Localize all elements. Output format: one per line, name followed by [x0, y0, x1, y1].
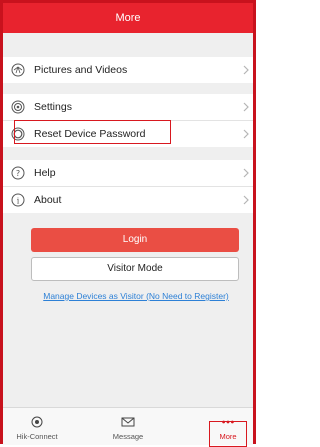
menu-item-settings[interactable]: Settings [3, 94, 253, 120]
visitor-manage-link[interactable]: Manage Devices as Visitor (No Need to Re… [21, 291, 251, 301]
chevron-right-icon [241, 127, 251, 141]
menu-item-help[interactable]: ? Help [3, 160, 253, 186]
svg-text:i: i [17, 197, 20, 206]
tab-label: Message [112, 432, 144, 441]
login-button[interactable]: Login [31, 228, 239, 252]
more-tab-highlight [209, 421, 247, 447]
chevron-right-icon [241, 100, 251, 114]
info-icon: i [11, 193, 25, 207]
page-header: More [3, 3, 253, 33]
help-icon: ? [11, 166, 25, 180]
chevron-right-icon [241, 63, 251, 77]
aperture-icon [11, 63, 25, 77]
tab-label: Hik-Connect [16, 432, 58, 441]
visitor-mode-button[interactable]: Visitor Mode [31, 257, 239, 281]
menu-item-label: Settings [34, 101, 72, 113]
svg-text:?: ? [16, 169, 20, 178]
settings-icon [11, 100, 25, 114]
tab-hik-connect[interactable]: Hik-Connect [7, 408, 67, 445]
chevron-right-icon [241, 193, 251, 207]
menu-item-label: Pictures and Videos [34, 64, 128, 76]
menu-item-label: Help [34, 167, 56, 179]
menu-item-label: About [34, 194, 62, 206]
reset-password-highlight [14, 120, 171, 144]
page-title: More [115, 12, 141, 24]
tab-message[interactable]: Message [98, 408, 158, 445]
chevron-right-icon [241, 166, 251, 180]
envelope-icon [121, 416, 135, 428]
menu-item-pictures-videos[interactable]: Pictures and Videos [3, 57, 253, 83]
menu-item-about[interactable]: i About [3, 187, 253, 213]
phone-screen: More Pictures and Videos Settings Reset … [0, 0, 256, 447]
camera-icon [30, 416, 44, 428]
